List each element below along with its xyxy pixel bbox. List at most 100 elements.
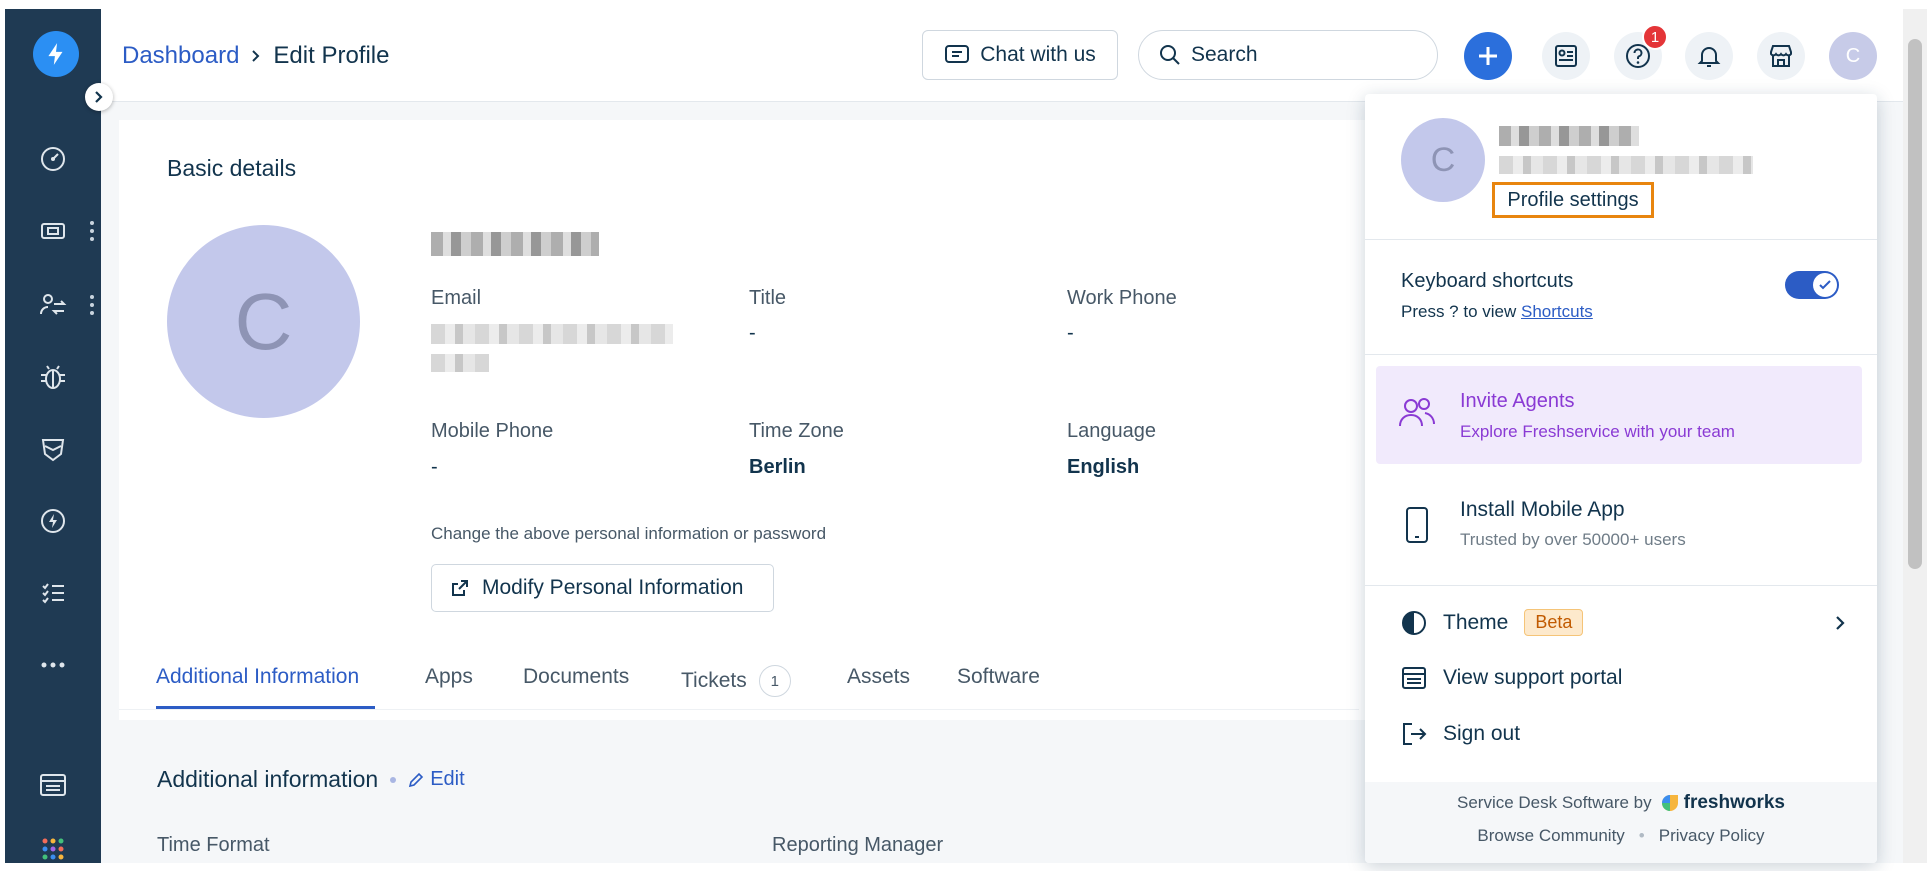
tab-software[interactable]: Software — [957, 665, 1040, 689]
active-tab-indicator — [156, 706, 375, 709]
portal-icon[interactable] — [5, 761, 101, 809]
expand-sidebar-button[interactable] — [85, 83, 113, 111]
tab-assets[interactable]: Assets — [847, 665, 910, 689]
mobile-phone-icon — [1406, 507, 1428, 543]
sign-out-item[interactable]: Sign out — [1401, 721, 1520, 747]
keyboard-shortcuts-hint: Press ? to view Shortcuts — [1401, 302, 1593, 322]
shortcuts-hint-text: Press ? to view — [1401, 302, 1517, 321]
email-label: Email — [431, 287, 482, 309]
profile-avatar-button[interactable]: C — [1829, 32, 1877, 80]
dropdown-footer: Service Desk Software by freshworks Brow… — [1365, 782, 1877, 863]
tab-documents[interactable]: Documents — [523, 665, 629, 689]
breadcrumb-dashboard-link[interactable]: Dashboard — [122, 42, 239, 70]
freshservice-logo-icon[interactable] — [33, 31, 79, 77]
freshworks-logo[interactable]: freshworks — [1660, 792, 1785, 814]
search-input[interactable]: Search — [1138, 30, 1438, 80]
basic-details-title: Basic details — [167, 155, 297, 181]
tab-label: Tickets — [681, 669, 747, 692]
automation-icon[interactable] — [5, 497, 101, 545]
install-mobile-app-title: Install Mobile App — [1460, 498, 1625, 521]
changes-icon[interactable] — [5, 281, 101, 329]
view-support-portal-label: View support portal — [1443, 666, 1623, 689]
tasks-icon[interactable] — [5, 569, 101, 617]
theme-label: Theme — [1443, 610, 1509, 634]
problems-icon[interactable] — [5, 353, 101, 401]
timezone-label: Time Zone — [749, 420, 844, 442]
tab-label: Assets — [847, 665, 911, 688]
install-mobile-app-subtitle: Trusted by over 50000+ users — [1460, 530, 1686, 549]
redacted-user-email — [1499, 156, 1753, 174]
additional-info-title: Additional information — [157, 766, 379, 792]
apps-grid-icon[interactable] — [5, 825, 101, 871]
tab-tickets[interactable]: Tickets 1 — [681, 665, 791, 697]
redacted-email — [431, 324, 673, 344]
language-value: English — [1067, 456, 1140, 478]
separator-dot — [390, 776, 397, 783]
more-icon[interactable] — [5, 641, 101, 689]
view-support-portal-item[interactable]: View support portal — [1401, 665, 1622, 691]
page-title: Edit Profile — [273, 42, 390, 69]
chevron-right-icon — [252, 50, 260, 62]
sign-out-icon — [1403, 723, 1427, 745]
shortcuts-link[interactable]: Shortcuts — [1521, 302, 1593, 321]
modify-personal-info-button[interactable]: Modify Personal Information — [431, 564, 774, 612]
time-format-label: Time Format — [157, 834, 270, 856]
freshworks-brand: freshworks — [1683, 792, 1785, 813]
dashboard-icon[interactable] — [5, 135, 101, 183]
tab-label: Documents — [523, 665, 630, 688]
additional-info-heading: Additional information Edit — [157, 766, 465, 793]
edit-label: Edit — [430, 768, 465, 790]
redacted-email-2 — [431, 354, 489, 372]
external-link-icon — [452, 580, 468, 596]
edit-link[interactable]: Edit — [408, 768, 465, 791]
footer-attribution: Service Desk Software by freshworks — [1365, 792, 1877, 814]
footer-separator: • — [1638, 826, 1645, 845]
timezone-value: Berlin — [749, 456, 806, 478]
releases-icon[interactable] — [5, 425, 101, 473]
chat-label: Chat with us — [980, 43, 1096, 66]
ticket-list-icon — [1555, 45, 1577, 67]
pencil-icon — [409, 772, 424, 787]
profile-tabs: Additional Information Apps Documents Ti… — [119, 648, 1359, 710]
notifications-button[interactable] — [1685, 32, 1733, 80]
top-header: Dashboard Edit Profile Chat with us Sear… — [101, 9, 1903, 102]
mobile-phone-label: Mobile Phone — [431, 420, 554, 442]
page-scrollbar[interactable] — [1903, 9, 1927, 863]
new-item-button[interactable] — [1464, 32, 1512, 80]
scrollbar-thumb[interactable] — [1908, 39, 1922, 569]
reporting-manager-label: Reporting Manager — [772, 834, 944, 856]
help-button[interactable]: 1 — [1614, 24, 1668, 80]
keyboard-shortcuts-title: Keyboard shortcuts — [1401, 270, 1574, 292]
browse-community-link[interactable]: Browse Community — [1477, 826, 1624, 846]
invite-agents-title: Invite Agents — [1460, 390, 1575, 412]
footer-text: Service Desk Software by — [1456, 793, 1652, 812]
tickets-more-icon[interactable] — [89, 221, 95, 241]
profile-settings-link[interactable]: Profile settings — [1492, 182, 1654, 218]
portal-icon — [1402, 667, 1426, 689]
tickets-icon[interactable] — [5, 207, 101, 255]
search-icon — [1160, 45, 1180, 65]
profile-dropdown: C Profile settings Keyboard shortcuts Pr… — [1365, 94, 1877, 863]
invite-agents-item[interactable]: Invite Agents Explore Freshservice with … — [1376, 366, 1862, 464]
theme-menu-item[interactable]: Theme Beta — [1401, 609, 1847, 636]
invite-agents-subtitle: Explore Freshservice with your team — [1460, 422, 1735, 441]
keyboard-shortcuts-toggle[interactable] — [1785, 271, 1839, 299]
divider — [1365, 354, 1877, 355]
mobile-phone-value: - — [431, 456, 438, 478]
tickets-count-badge: 1 — [758, 665, 791, 697]
check-icon — [1819, 280, 1831, 290]
sign-out-label: Sign out — [1443, 722, 1521, 745]
privacy-policy-link[interactable]: Privacy Policy — [1659, 826, 1765, 846]
sidebar — [5, 9, 101, 863]
help-badge: 1 — [1642, 24, 1668, 50]
ticket-list-button[interactable] — [1542, 32, 1590, 80]
work-phone-value: - — [1067, 322, 1074, 344]
changes-more-icon[interactable] — [89, 295, 95, 315]
chat-icon — [945, 45, 970, 63]
marketplace-button[interactable] — [1757, 32, 1805, 80]
chat-with-us-button[interactable]: Chat with us — [922, 30, 1118, 80]
tab-label: Apps — [425, 665, 473, 688]
dropdown-avatar: C — [1401, 118, 1485, 202]
tab-additional-information[interactable]: Additional Information — [156, 665, 359, 689]
tab-apps[interactable]: Apps — [425, 665, 473, 689]
